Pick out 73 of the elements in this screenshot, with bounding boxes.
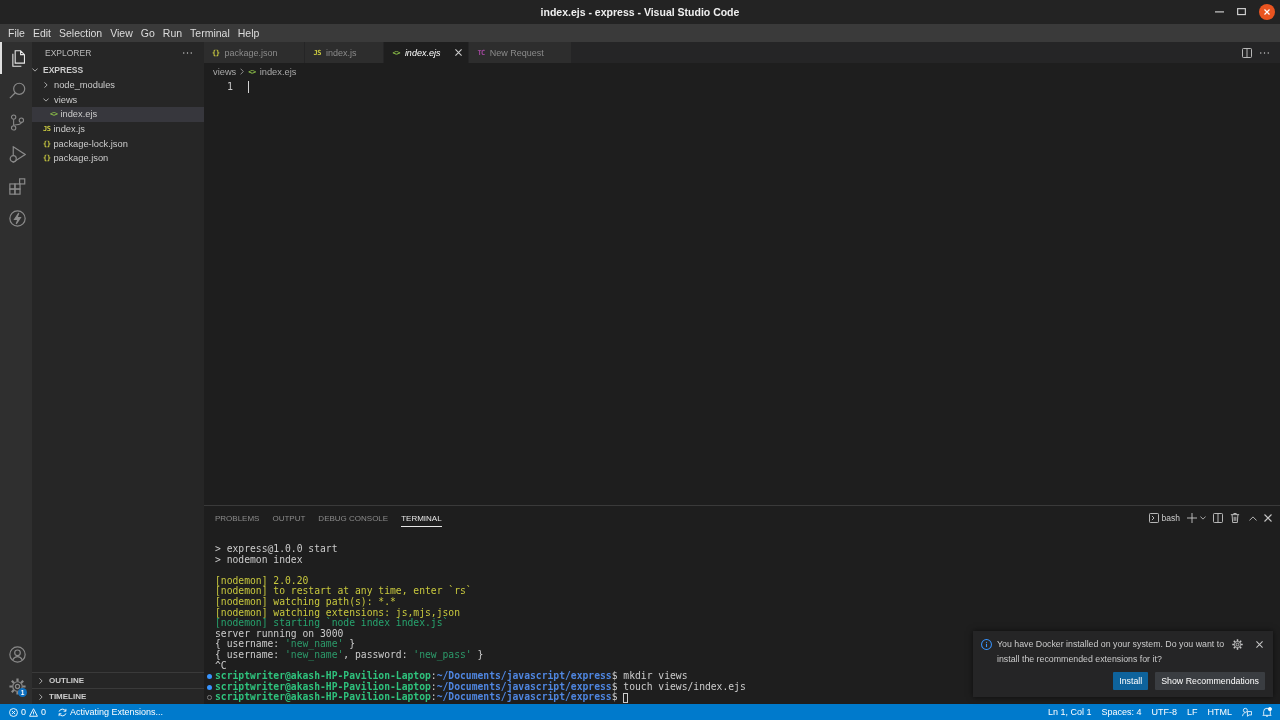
window-title: index.ejs - express - Visual Studio Code	[540, 6, 740, 18]
terminal-line: [nodemon] 2.0.20	[215, 575, 309, 587]
section-header[interactable]: OUTLINE	[32, 672, 204, 688]
close-icon[interactable]	[1264, 514, 1272, 522]
more-icon[interactable]	[1260, 51, 1269, 54]
terminal-line: > express@1.0.0 start	[215, 544, 338, 555]
chevron-icon	[240, 68, 245, 75]
terminal-dropdown[interactable]: bash	[1148, 513, 1180, 523]
recommendations-button[interactable]: Show Recommendations	[1155, 672, 1265, 690]
terminal-line: > nodemon index	[215, 554, 303, 566]
bell-icon[interactable]	[1262, 707, 1272, 717]
menu-item[interactable]: Terminal	[186, 27, 234, 39]
menu-item[interactable]: Go	[136, 27, 159, 39]
terminal-line: ^C	[215, 660, 227, 671]
search-icon	[8, 81, 26, 99]
feedback-icon[interactable]	[1242, 707, 1252, 717]
status-item[interactable]: Spaces: 4	[1101, 707, 1142, 717]
source-control-icon	[8, 113, 26, 131]
status-item[interactable]: Ln 1, Col 1	[1047, 707, 1092, 717]
sync-icon	[58, 707, 68, 717]
settings-icon	[8, 677, 26, 695]
trash-icon[interactable]	[1230, 513, 1240, 523]
menu-item[interactable]: Run	[158, 27, 187, 39]
error-icon	[9, 707, 18, 717]
notification-message: You have Docker installed on your system. Do you want to install the recommended extensions for it?	[997, 638, 1226, 666]
install-button[interactable]: Install	[1113, 672, 1149, 690]
text-cursor	[248, 80, 249, 93]
terminal-line: scriptwriter@akash-HP-Pavilion-Laptop:~/Documents/javascript/express$	[215, 692, 618, 703]
lightning-icon	[8, 209, 26, 227]
status-item[interactable]: HTML	[1207, 707, 1232, 717]
close-icon[interactable]	[455, 49, 463, 56]
info-icon	[981, 639, 992, 650]
terminal-line: scriptwriter@akash-HP-Pavilion-Laptop:~/Documents/javascript/express$ touch views/index.ejs	[215, 681, 746, 693]
terminal-line: [nodemon] starting `node index index.js`	[215, 618, 449, 629]
extensions-icon	[8, 177, 26, 195]
maximize-icon[interactable]	[1237, 8, 1246, 16]
activity-status[interactable]: Activating Extensions...	[58, 707, 164, 717]
folder-item[interactable]: node_modules	[32, 77, 204, 93]
terminal-line: { username: 'new_name' }	[215, 639, 355, 650]
terminal-line: [nodemon] watching path(s): *.*	[215, 596, 396, 608]
line-number: 1	[226, 80, 233, 93]
status-item[interactable]: UTF-8	[1151, 707, 1177, 717]
terminal-line: server running on 3000	[215, 628, 344, 640]
terminal-icon	[1148, 513, 1159, 523]
split-icon[interactable]	[1213, 513, 1223, 523]
terminal-line: scriptwriter@akash-HP-Pavilion-Laptop:~/Documents/javascript/express$ mkdir views	[215, 671, 688, 682]
menu-item[interactable]: Help	[233, 27, 264, 39]
warning-icon	[29, 707, 38, 717]
folder-header[interactable]: EXPRESS	[32, 63, 204, 78]
folder-item[interactable]: views	[32, 92, 204, 108]
breadcrumb-item[interactable]: views	[213, 66, 237, 77]
chevron-up-icon[interactable]	[1249, 515, 1257, 521]
menu-item[interactable]: Selection	[55, 27, 107, 39]
status-item[interactable]: LF	[1187, 707, 1198, 717]
panel-tab[interactable]: DEBUG CONSOLE	[318, 509, 389, 527]
menu-item[interactable]: Edit	[28, 27, 55, 39]
panel-tab[interactable]: TERMINAL	[401, 509, 442, 527]
settings-icon[interactable]	[1232, 639, 1243, 650]
split-editor-icon[interactable]	[1242, 47, 1252, 58]
run-debug-icon	[8, 145, 26, 163]
panel-tab[interactable]: OUTPUT	[272, 509, 306, 527]
terminal-line: [nodemon] to restart at any time, enter `rs`	[215, 586, 472, 597]
chevron-down-icon[interactable]	[1200, 516, 1206, 520]
menu-item[interactable]: File	[4, 27, 29, 39]
panel-tab[interactable]: PROBLEMS	[215, 509, 260, 527]
terminal-line: { username: 'new_name', password: 'new_pass' }	[215, 649, 484, 661]
sidebar-title: EXPLORER	[45, 47, 92, 58]
close-icon[interactable]	[1259, 4, 1275, 20]
menu-item[interactable]: View	[106, 27, 137, 39]
plus-icon[interactable]	[1187, 513, 1197, 523]
close-icon[interactable]	[1256, 641, 1263, 648]
account-icon	[8, 645, 26, 663]
problems-status[interactable]: 0 0	[9, 707, 47, 717]
